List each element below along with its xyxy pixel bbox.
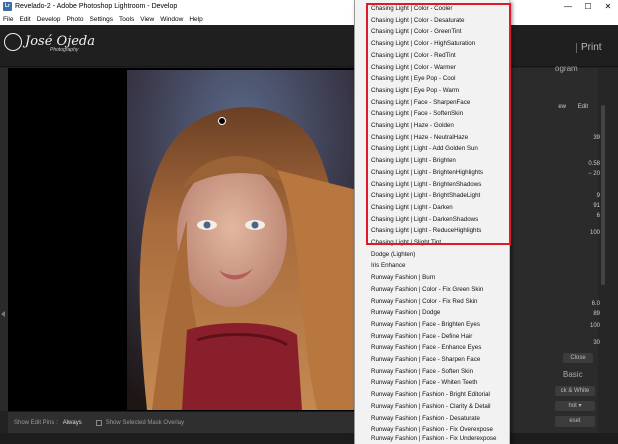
menu-item[interactable]: Runway Fashion | Face - Sharpen Face [371,354,480,366]
slider-value: 6.0 [591,301,600,307]
menu-photo[interactable]: Photo [67,16,84,23]
portrait-photo[interactable] [127,70,354,410]
menu-item[interactable]: Dodge (Lighten) [371,249,415,261]
slider-value: 100 [589,323,600,329]
slider-value: − 20 [588,171,600,177]
menu-item[interactable]: Runway Fashion | Fashion - Fix Underexpo… [371,433,496,444]
menu-item[interactable]: Iris Enhance [371,260,405,272]
menu-item[interactable]: Runway Fashion | Dodge [371,307,440,319]
slider-value: 91 [593,203,600,209]
menu-edit[interactable]: Edit [19,16,30,23]
menu-tools[interactable]: Tools [119,16,134,23]
close-mask-button[interactable]: Close [563,353,593,363]
menu-item[interactable]: Runway Fashion | Color - Fix Red Skin [371,296,478,308]
develop-toolbar: Show Edit Pins : Always Show Selected Ma… [8,411,354,433]
edit-pins-select[interactable]: Always [63,420,82,426]
menu-item[interactable]: Runway Fashion | Burn [371,272,435,284]
menu-file[interactable]: File [3,16,13,23]
filmstrip-collapsed [0,433,618,444]
close-window-button[interactable]: ✕ [598,0,618,13]
menu-window[interactable]: Window [160,16,183,23]
histogram-header[interactable]: ogram [555,64,578,73]
slider-value: 89 [593,311,600,317]
left-panel-toggle-icon[interactable] [1,311,5,317]
menu-item[interactable]: Runway Fashion | Face - Enhance Eyes [371,342,481,354]
lightroom-app-icon: Lr [3,2,12,11]
slider-value: 6 [596,213,600,219]
window-title: Revelado-2 - Adobe Photoshop Lightroom -… [15,3,178,10]
menu-item[interactable]: Runway Fashion | Face - Whiten Teeth [371,377,477,389]
portrait-photo-image [127,70,354,410]
window-controls: — ☐ ✕ [558,0,618,13]
module-separator [576,43,577,53]
menu-help[interactable]: Help [189,16,202,23]
edit-mask-label[interactable]: Edit [578,104,588,110]
menu-item[interactable]: Runway Fashion | Face - Soften Skin [371,366,473,378]
menu-settings[interactable]: Settings [90,16,114,23]
mask-overlay-label: Show Selected Mask Overlay [105,419,185,426]
menu-item[interactable]: Runway Fashion | Face - Brighten Eyes [371,319,480,331]
edit-pins-label: Show Edit Pins : [14,419,58,426]
slider-value: 30 [593,340,600,346]
slider-value: 0.58 [588,161,600,167]
window-titlebar: Lr Revelado-2 - Adobe Photoshop Lightroo… [0,0,618,13]
left-panel-collapsed[interactable] [0,68,8,411]
identity-plate: José Ojeda Photography [0,25,618,67]
new-mask-label[interactable]: ew [558,104,566,110]
logo-subtitle: Photography [50,47,79,53]
reset-button[interactable]: eset [555,416,595,427]
basic-panel-header[interactable]: Basic [563,370,583,379]
maximize-button[interactable]: ☐ [578,0,598,13]
black-white-button[interactable]: ck & White [555,386,595,396]
menu-item[interactable]: Runway Fashion | Fashion - Desaturate [371,413,480,425]
right-panel-scrollbar[interactable] [601,105,605,285]
slider-value: 39 [593,135,600,141]
slider-value: 9 [596,193,600,199]
snapshot-select[interactable]: hot ▾ [555,401,595,411]
mask-overlay-checkbox[interactable] [95,419,102,426]
menubar: File Edit Develop Photo Settings Tools V… [0,13,618,25]
menu-item[interactable]: Runway Fashion | Face - Define Hair [371,331,472,343]
logo-camera-icon [4,33,22,51]
menu-item[interactable]: Runway Fashion | Fashion - Bright Editor… [371,389,490,401]
menu-item[interactable]: Runway Fashion | Color - Fix Green Skin [371,284,483,296]
highlight-annotation-box [366,3,511,245]
menu-item[interactable]: Runway Fashion | Fashion - Clarity & Det… [371,401,491,413]
slider-value: 100 [589,230,600,236]
module-print[interactable]: Print [581,42,602,53]
edit-pin[interactable] [218,117,226,125]
menu-view[interactable]: View [140,16,154,23]
minimize-button[interactable]: — [558,0,578,13]
menu-develop[interactable]: Develop [37,16,61,23]
